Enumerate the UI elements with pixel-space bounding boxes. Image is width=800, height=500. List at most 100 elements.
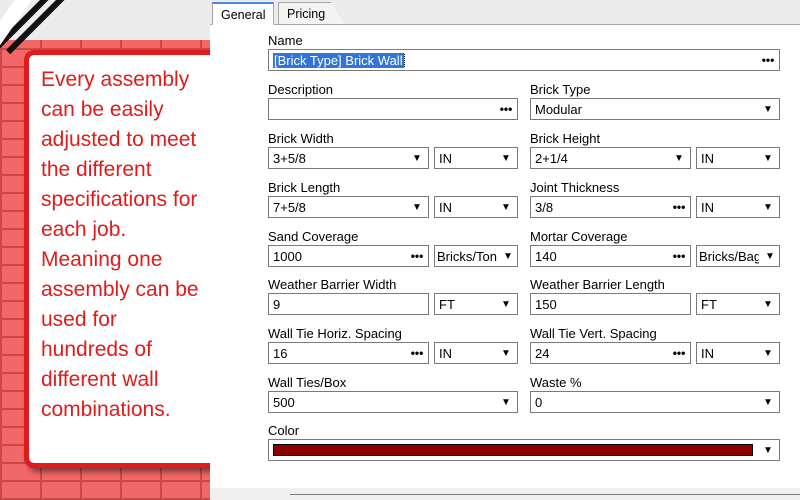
tie-vert-unit-select[interactable]: IN ▼ <box>696 342 780 364</box>
tie-horiz-field[interactable]: 16 ••• <box>268 342 429 364</box>
chevron-down-icon[interactable]: ▼ <box>406 197 428 217</box>
tie-vert-value: 24 <box>535 346 550 361</box>
ties-box-select[interactable]: 500 ▼ <box>268 391 518 413</box>
ties-box-label: Wall Ties/Box <box>268 375 347 390</box>
brick-type-value: Modular <box>535 102 582 117</box>
chevron-down-icon[interactable]: ▼ <box>406 148 428 168</box>
mortar-coverage-unit: Bricks/Bag <box>699 249 759 264</box>
chevron-down-icon[interactable]: ▼ <box>668 148 690 168</box>
wb-width-unit-select[interactable]: FT ▼ <box>434 293 518 315</box>
callout-text: Every assembly can be easily adjusted to… <box>41 65 209 425</box>
assembly-form: General Pricing Name [Brick Type] Brick … <box>210 0 800 500</box>
chevron-down-icon[interactable]: ▼ <box>495 343 517 363</box>
tie-horiz-ellipsis-button[interactable]: ••• <box>406 343 428 363</box>
wb-length-field[interactable]: 150 <box>530 293 691 315</box>
chevron-down-icon[interactable]: ▼ <box>495 294 517 314</box>
chevron-down-icon[interactable]: ▼ <box>499 246 517 266</box>
waste-value: 0 <box>535 395 543 410</box>
mortar-coverage-field[interactable]: 140 ••• <box>530 245 691 267</box>
color-select[interactable]: ▼ <box>268 439 780 461</box>
waste-label: Waste % <box>530 375 582 390</box>
brick-type-select[interactable]: Modular ▼ <box>530 98 780 120</box>
tie-vert-label: Wall Tie Vert. Spacing <box>530 326 657 341</box>
tie-horiz-value: 16 <box>273 346 288 361</box>
chevron-down-icon[interactable]: ▼ <box>757 99 779 119</box>
sand-coverage-unit-select[interactable]: Bricks/Ton ▼ <box>434 245 518 267</box>
mortar-coverage-ellipsis-button[interactable]: ••• <box>668 246 690 266</box>
color-swatch <box>273 444 753 456</box>
sand-coverage-field[interactable]: 1000 ••• <box>268 245 429 267</box>
joint-thickness-unit: IN <box>701 200 714 215</box>
brick-height-unit-select[interactable]: IN ▼ <box>696 147 780 169</box>
brick-width-select[interactable]: 3+5/8 ▼ <box>268 147 429 169</box>
tie-horiz-unit-select[interactable]: IN ▼ <box>434 342 518 364</box>
callout-line: each job. <box>41 218 127 241</box>
sand-coverage-value: 1000 <box>273 249 302 264</box>
name-field[interactable]: [Brick Type] Brick Wall ••• <box>268 49 780 71</box>
tie-vert-unit: IN <box>701 346 714 361</box>
tie-vert-ellipsis-button[interactable]: ••• <box>668 343 690 363</box>
description-label: Description <box>268 82 334 97</box>
decorative-top-strip <box>0 0 210 55</box>
brick-length-unit-select[interactable]: IN ▼ <box>434 196 518 218</box>
callout-line: Every assembly <box>41 68 190 91</box>
chevron-down-icon[interactable]: ▼ <box>761 246 779 266</box>
sand-coverage-ellipsis-button[interactable]: ••• <box>406 246 428 266</box>
sand-coverage-unit: Bricks/Ton <box>437 249 497 264</box>
wb-length-unit-select[interactable]: FT ▼ <box>696 293 780 315</box>
mortar-coverage-label: Mortar Coverage <box>530 229 628 244</box>
callout-line: the different <box>41 158 152 181</box>
wb-width-value: 9 <box>273 297 281 312</box>
joint-thickness-unit-select[interactable]: IN ▼ <box>696 196 780 218</box>
brick-length-select[interactable]: 7+5/8 ▼ <box>268 196 429 218</box>
wb-length-unit: FT <box>701 297 717 312</box>
chevron-down-icon[interactable]: ▼ <box>757 148 779 168</box>
chevron-down-icon[interactable]: ▼ <box>495 392 517 412</box>
waste-select[interactable]: 0 ▼ <box>530 391 780 413</box>
brick-height-label: Brick Height <box>530 131 601 146</box>
brick-length-unit: IN <box>439 200 452 215</box>
tie-vert-field[interactable]: 24 ••• <box>530 342 691 364</box>
name-ellipsis-button[interactable]: ••• <box>757 50 779 70</box>
callout-line: used for <box>41 308 117 331</box>
wb-width-label: Weather Barrier Width <box>268 277 397 292</box>
chevron-down-icon[interactable]: ▼ <box>757 440 779 460</box>
ties-box-value: 500 <box>273 395 295 410</box>
description-ellipsis-button[interactable]: ••• <box>495 99 517 119</box>
brick-height-select[interactable]: 2+1/4 ▼ <box>530 147 691 169</box>
brick-width-unit: IN <box>439 151 452 166</box>
name-value: [Brick Type] Brick Wall <box>273 53 405 68</box>
info-callout: Every assembly can be easily adjusted to… <box>24 50 224 468</box>
callout-line: assembly can be <box>41 278 199 301</box>
chevron-down-icon[interactable]: ▼ <box>757 392 779 412</box>
brick-length-label: Brick Length <box>268 180 341 195</box>
joint-thickness-label: Joint Thickness <box>530 180 620 195</box>
tab-general[interactable]: General <box>212 2 275 25</box>
tab-pricing[interactable]: Pricing <box>278 2 344 24</box>
brick-height-value: 2+1/4 <box>535 151 568 166</box>
bottom-divider <box>290 494 800 495</box>
sand-coverage-label: Sand Coverage <box>268 229 359 244</box>
callout-line: combinations. <box>41 398 171 421</box>
brick-width-value: 3+5/8 <box>273 151 306 166</box>
wb-length-label: Weather Barrier Length <box>530 277 665 292</box>
chevron-down-icon[interactable]: ▼ <box>757 294 779 314</box>
callout-line: specifications for <box>41 188 198 211</box>
mortar-coverage-value: 140 <box>535 249 557 264</box>
mortar-coverage-unit-select[interactable]: Bricks/Bag ▼ <box>696 245 780 267</box>
callout-line: can be easily <box>41 98 164 121</box>
chevron-down-icon[interactable]: ▼ <box>757 343 779 363</box>
chevron-down-icon[interactable]: ▼ <box>757 197 779 217</box>
wb-width-unit: FT <box>439 297 455 312</box>
description-field[interactable]: ••• <box>268 98 518 120</box>
chevron-down-icon[interactable]: ▼ <box>495 148 517 168</box>
callout-line: hundreds of <box>41 338 152 361</box>
joint-thickness-field[interactable]: 3/8 ••• <box>530 196 691 218</box>
brick-width-unit-select[interactable]: IN ▼ <box>434 147 518 169</box>
brick-length-value: 7+5/8 <box>273 200 306 215</box>
joint-thickness-ellipsis-button[interactable]: ••• <box>668 197 690 217</box>
wb-length-value: 150 <box>535 297 557 312</box>
joint-thickness-value: 3/8 <box>535 200 554 215</box>
wb-width-field[interactable]: 9 <box>268 293 429 315</box>
chevron-down-icon[interactable]: ▼ <box>495 197 517 217</box>
